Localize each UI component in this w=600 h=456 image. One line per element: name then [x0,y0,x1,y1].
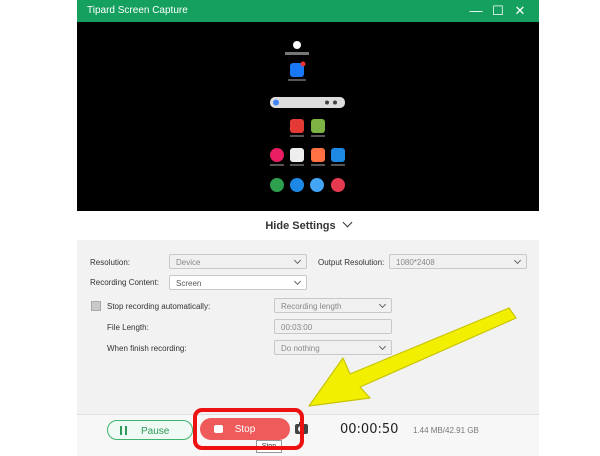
yellow-arrow-annotation [308,307,517,407]
arrow-icon [308,307,517,407]
